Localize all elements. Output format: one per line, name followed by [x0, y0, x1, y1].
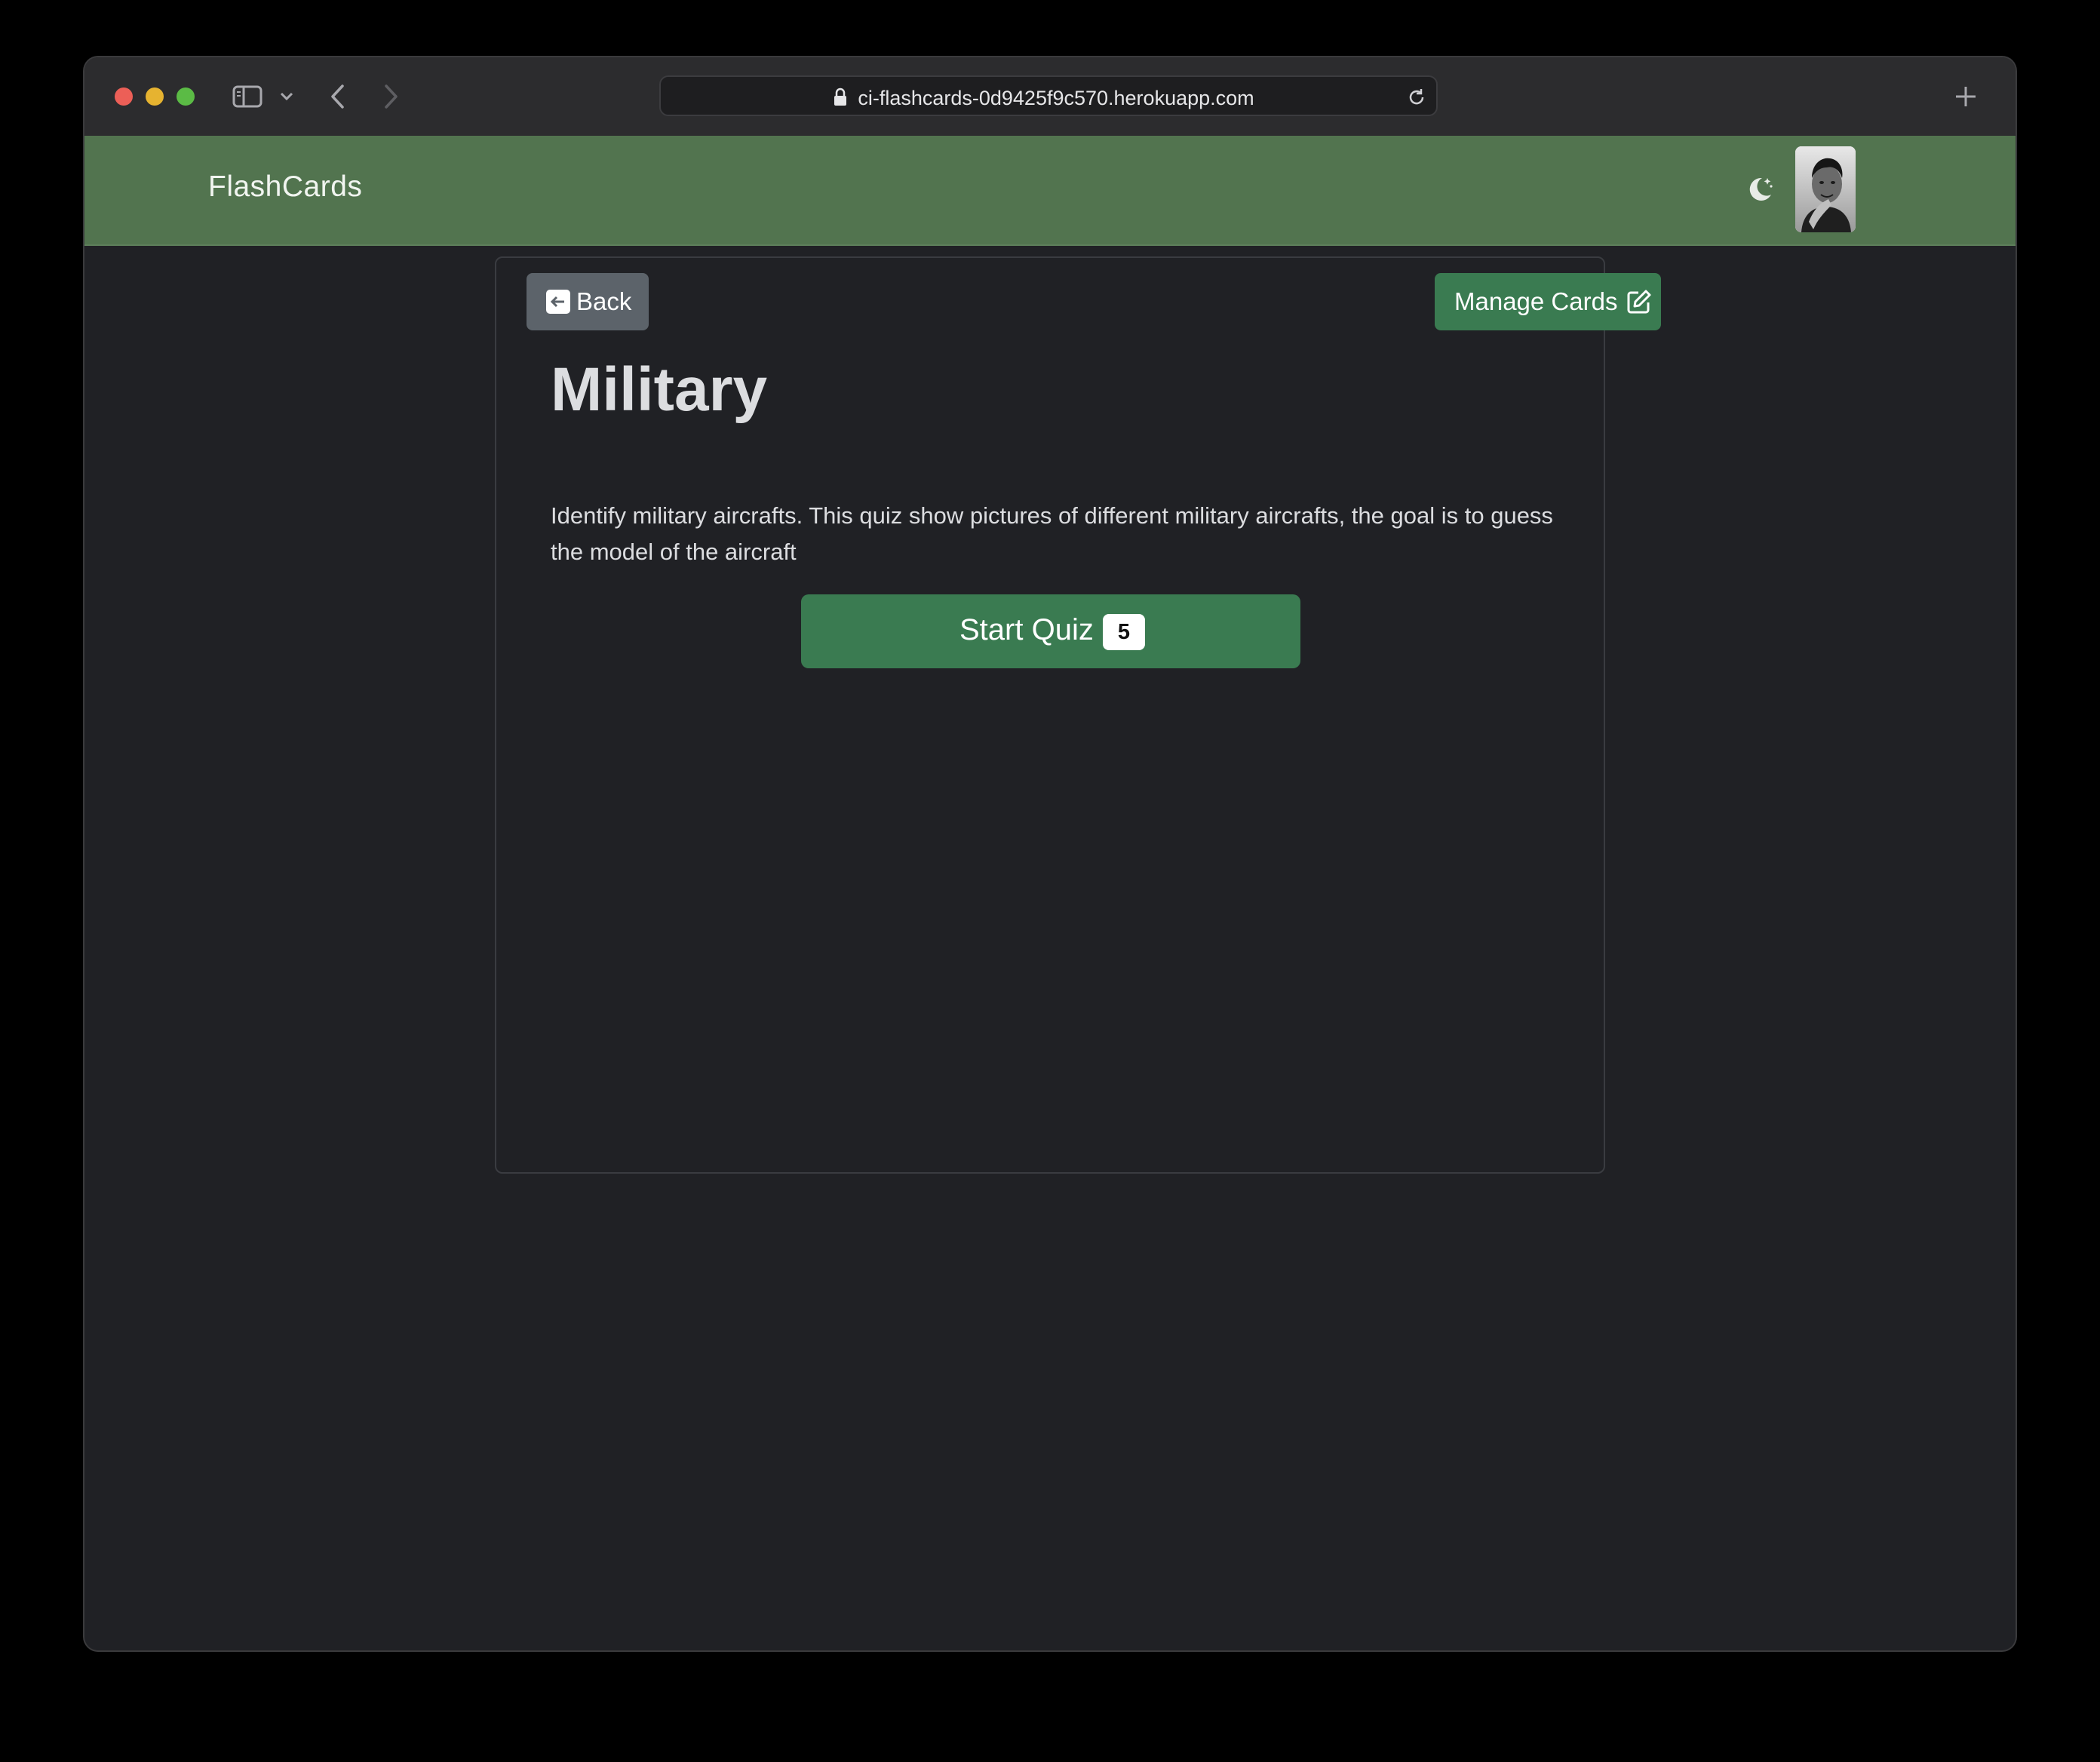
start-quiz-button[interactable]: Start Quiz 5	[801, 594, 1300, 668]
close-window-button[interactable]	[115, 87, 133, 106]
start-quiz-label: Start Quiz	[959, 613, 1094, 646]
card-count-badge: 5	[1103, 614, 1145, 650]
arrow-left-square-icon	[546, 290, 570, 314]
brand-logo-text[interactable]: FlashCards	[208, 170, 362, 204]
sidebar-toggle-icon[interactable]	[232, 84, 262, 109]
url-text: ci-flashcards-0d9425f9c570.herokuapp.com	[858, 87, 1254, 109]
user-avatar[interactable]	[1795, 146, 1856, 232]
back-button-label: Back	[576, 287, 632, 315]
back-nav-icon[interactable]	[329, 83, 347, 110]
manage-cards-label: Manage Cards	[1454, 287, 1618, 315]
reload-icon[interactable]	[1406, 87, 1427, 108]
chevron-down-icon[interactable]	[279, 91, 294, 103]
deck-description: Identify military aircrafts. This quiz s…	[551, 502, 1553, 565]
pencil-square-icon	[1627, 290, 1651, 314]
deck-card: Back Manage Cards Military Identify mili…	[495, 256, 1661, 1174]
browser-toolbar: ci-flashcards-0d9425f9c570.herokuapp.com	[84, 57, 2016, 137]
maximize-window-button[interactable]	[177, 87, 195, 106]
browser-window: ci-flashcards-0d9425f9c570.herokuapp.com…	[84, 57, 2016, 1650]
manage-cards-button[interactable]: Manage Cards	[1435, 273, 1661, 330]
app-navbar: FlashCards	[84, 136, 2016, 246]
minimize-window-button[interactable]	[146, 87, 164, 106]
forward-nav-icon[interactable]	[382, 83, 400, 110]
address-bar[interactable]: ci-flashcards-0d9425f9c570.herokuapp.com	[659, 75, 1438, 116]
deck-title: Military	[551, 355, 768, 424]
back-button[interactable]: Back	[527, 273, 649, 330]
new-tab-icon[interactable]	[1954, 84, 1978, 109]
moon-stars-icon[interactable]	[1744, 173, 1776, 205]
